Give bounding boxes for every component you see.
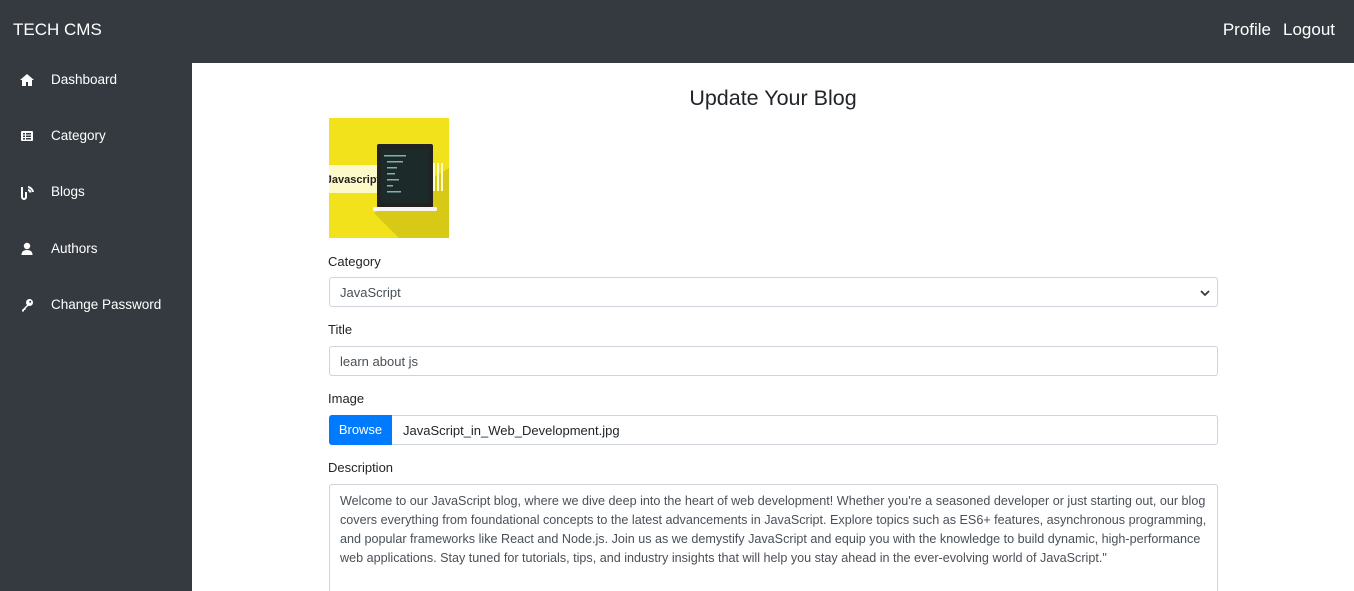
home-icon xyxy=(20,74,34,86)
title-input[interactable]: learn about js xyxy=(329,346,1218,376)
top-navbar: TECH CMS Profile Logout xyxy=(0,0,1354,63)
sidebar-item-blogs[interactable]: Blogs xyxy=(0,175,192,209)
top-nav-links: Profile Logout xyxy=(1223,20,1335,40)
image-label: Image xyxy=(328,391,365,406)
profile-link[interactable]: Profile xyxy=(1223,20,1271,40)
sidebar: Dashboard Category Blogs Authors Change … xyxy=(0,63,192,591)
description-label: Description xyxy=(328,460,394,475)
sidebar-item-label: Blogs xyxy=(51,184,85,199)
sidebar-item-category[interactable]: Category xyxy=(0,119,192,153)
category-select[interactable]: JavaScript xyxy=(329,277,1218,307)
browse-button[interactable]: Browse xyxy=(329,415,392,445)
chevron-down-icon xyxy=(1200,290,1210,297)
sidebar-item-dashboard[interactable]: Dashboard xyxy=(0,63,192,97)
blog-icon xyxy=(21,186,34,200)
category-label: Category xyxy=(328,254,381,269)
description-textarea[interactable]: Welcome to our JavaScript blog, where we… xyxy=(329,484,1218,591)
image-file-input[interactable]: Browse JavaScript_in_Web_Development.jpg xyxy=(329,415,1218,445)
title-label: Title xyxy=(328,322,353,337)
sidebar-item-label: Dashboard xyxy=(51,72,118,87)
logout-link[interactable]: Logout xyxy=(1283,20,1335,40)
list-icon xyxy=(21,131,33,141)
thumbnail-text: Javascript xyxy=(329,174,381,186)
sidebar-item-change-password[interactable]: Change Password xyxy=(0,288,192,322)
title-input-value: learn about js xyxy=(340,354,419,369)
selected-file-name: JavaScript_in_Web_Development.jpg xyxy=(403,423,620,438)
blog-image-preview: Javascript xyxy=(329,118,449,238)
sidebar-item-authors[interactable]: Authors xyxy=(0,232,192,266)
sidebar-item-label: Category xyxy=(51,128,106,143)
main-content: Update Your Blog Javascript Category Jav… xyxy=(192,63,1354,591)
category-selected-value: JavaScript xyxy=(340,285,401,300)
key-icon xyxy=(22,299,33,312)
brand-title[interactable]: TECH CMS xyxy=(13,20,102,40)
sidebar-item-label: Authors xyxy=(51,241,98,256)
sidebar-item-label: Change Password xyxy=(51,297,162,312)
page-title: Update Your Blog xyxy=(689,86,857,110)
user-icon xyxy=(21,242,33,255)
